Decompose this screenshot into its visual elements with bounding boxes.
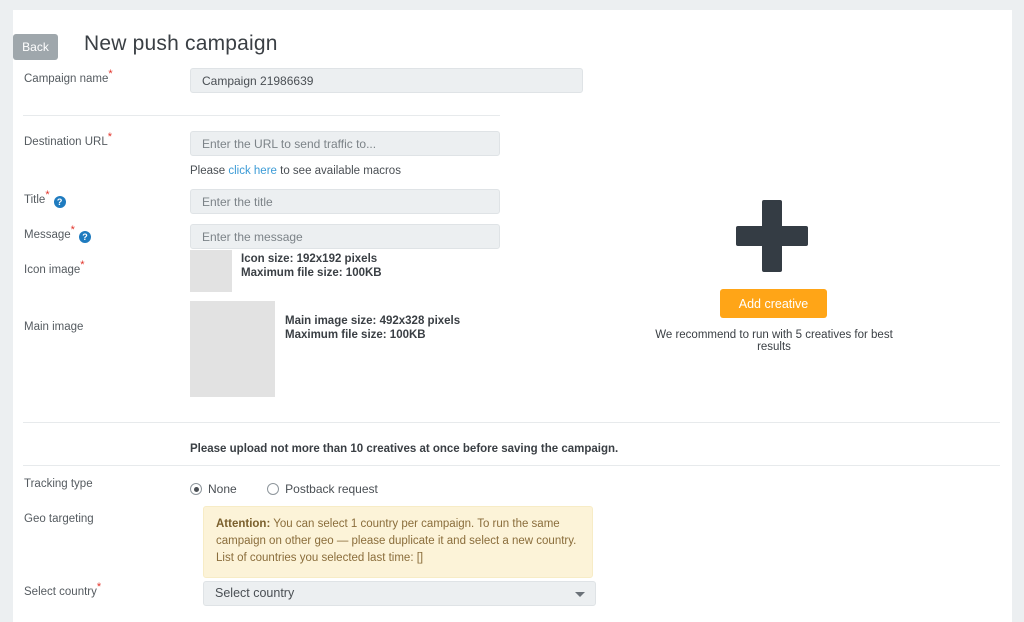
campaign-form-panel: Back New push campaign Campaign name* De…	[13, 10, 1012, 622]
radio-label-none: None	[208, 482, 237, 496]
icon-image-meta-line1: Icon size: 192x192 pixels	[241, 253, 378, 265]
required-asterisk: *	[107, 131, 113, 144]
plus-icon-vertical-bar	[762, 200, 782, 272]
radio-mark-none[interactable]	[190, 483, 202, 495]
divider-creatives	[23, 422, 1000, 423]
icon-image-meta: Icon size: 192x192 pixels Maximum file s…	[241, 252, 382, 280]
campaign-name-input[interactable]	[190, 68, 583, 93]
select-country-label-text: Select country	[24, 586, 97, 598]
tracking-type-radio-group: None Postback request	[190, 480, 404, 498]
main-image-meta-line1: Main image size: 492x328 pixels	[285, 315, 461, 327]
macros-link[interactable]: click here	[228, 165, 277, 177]
divider-top	[23, 115, 500, 116]
icon-image-label-text: Icon image	[24, 264, 81, 276]
main-image-meta-line2: Maximum file size: 100KB	[285, 329, 426, 341]
select-country-dropdown[interactable]: Select country	[203, 581, 596, 606]
geo-targeting-label: Geo targeting	[24, 513, 94, 525]
main-image-dropzone[interactable]	[190, 301, 275, 397]
message-field-label: Message*?	[24, 225, 91, 243]
add-creative-button[interactable]: Add creative	[720, 289, 827, 318]
campaign-name-label: Campaign name*	[24, 69, 113, 85]
app-root: Back New push campaign Campaign name* De…	[0, 0, 1024, 622]
title-field-label-text: Title	[24, 194, 46, 206]
title-field-label: Title*?	[24, 190, 66, 208]
destination-url-input[interactable]	[190, 131, 500, 156]
campaign-name-label-text: Campaign name	[24, 73, 109, 85]
help-icon[interactable]: ?	[53, 196, 66, 208]
required-asterisk: *	[80, 259, 85, 272]
destination-url-label-text: Destination URL	[24, 136, 108, 148]
required-asterisk: *	[96, 581, 102, 594]
radio-mark-postback[interactable]	[267, 483, 280, 495]
attention-text: You can select 1 country per campaign. T…	[216, 518, 577, 564]
required-asterisk: *	[108, 68, 113, 81]
destination-url-label: Destination URL*	[24, 132, 112, 148]
required-asterisk: *	[45, 189, 50, 202]
icon-image-meta-line2: Maximum file size: 100KB	[241, 267, 382, 279]
message-field-label-text: Message	[24, 229, 71, 241]
select-country-label: Select country*	[24, 582, 101, 598]
select-country-value: Select country	[215, 586, 295, 600]
required-asterisk: *	[70, 224, 75, 237]
radio-option-postback[interactable]: Postback request	[267, 482, 378, 496]
geo-targeting-attention-box: Attention: You can select 1 country per …	[203, 506, 593, 578]
icon-image-dropzone[interactable]	[190, 250, 232, 292]
radio-option-none[interactable]: None	[190, 482, 237, 496]
macros-hint: Please click here to see available macro…	[190, 165, 401, 177]
macros-hint-before: Please	[190, 165, 229, 177]
macros-hint-after: to see available macros	[276, 165, 401, 177]
main-image-label: Main image	[24, 321, 84, 333]
title-input[interactable]	[190, 189, 500, 214]
main-image-meta: Main image size: 492x328 pixels Maximum …	[285, 314, 460, 342]
page-title: New push campaign	[84, 32, 278, 55]
plus-icon[interactable]	[736, 200, 808, 272]
tracking-type-label: Tracking type	[24, 478, 93, 490]
upload-note: Please upload not more than 10 creatives…	[190, 443, 619, 455]
creative-recommendation-text: We recommend to run with 5 creatives for…	[655, 329, 893, 353]
attention-label: Attention:	[216, 518, 271, 530]
divider-tracking	[23, 465, 1000, 466]
message-input[interactable]	[190, 224, 500, 249]
radio-label-postback: Postback request	[285, 482, 378, 496]
help-icon[interactable]: ?	[78, 231, 91, 243]
icon-image-label: Icon image*	[24, 260, 85, 276]
chevron-down-icon[interactable]	[575, 592, 585, 597]
back-button[interactable]: Back	[13, 34, 58, 60]
